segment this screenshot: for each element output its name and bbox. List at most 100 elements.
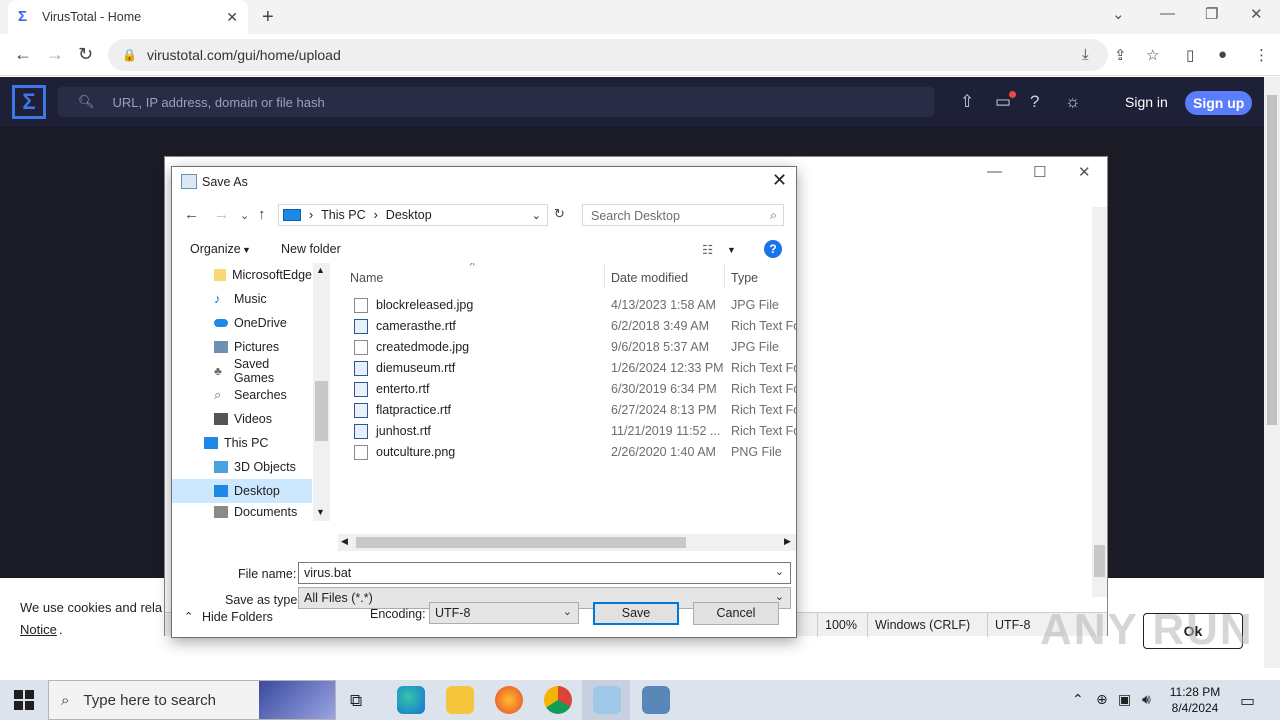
up-folder-icon[interactable]: ↑ [258, 206, 266, 223]
scroll-right-icon[interactable]: ▶ [784, 536, 791, 547]
recent-locations-icon[interactable]: ⌄ [240, 209, 249, 222]
windows-start-icon[interactable] [14, 690, 34, 710]
firefox-icon[interactable] [495, 686, 523, 714]
organize-button[interactable]: Organize [190, 242, 241, 256]
sign-up-button[interactable]: Sign up [1185, 91, 1253, 115]
close-tab-icon[interactable]: ✕ [226, 9, 238, 26]
menu-icon[interactable]: ⋮ [1254, 46, 1269, 64]
dialog-back-icon[interactable]: ← [184, 206, 199, 223]
column-name[interactable]: Name [350, 271, 383, 285]
file-row[interactable]: diemuseum.rtf 1/26/2024 12:33 PM Rich Text… [338, 358, 796, 379]
new-folder-button[interactable]: New folder [281, 242, 341, 256]
column-type[interactable]: Type [731, 271, 758, 285]
chrome-icon[interactable] [544, 686, 572, 714]
notepad-maximize-icon[interactable]: ☐ [1033, 163, 1046, 181]
browser-tab[interactable]: Σ VirusTotal - Home ✕ [8, 0, 248, 34]
file-row[interactable]: junhost.rtf 11/21/2019 11:52 ... Rich Text… [338, 421, 796, 442]
theme-toggle-icon[interactable]: ☼ [1065, 92, 1081, 112]
tree-scrollbar[interactable]: ▲ ▼ [313, 263, 330, 521]
cookie-notice-link[interactable]: Notice [20, 622, 57, 637]
help-icon[interactable]: ? [1030, 92, 1039, 112]
bookmark-star-icon[interactable]: ☆ [1146, 46, 1159, 64]
tree-item-searches[interactable]: ⌕ Searches [172, 383, 312, 407]
reload-icon[interactable]: ↻ [78, 44, 93, 65]
tab-search-icon[interactable]: ⌄ [1112, 5, 1125, 23]
new-tab-icon[interactable]: + [262, 6, 274, 29]
dialog-forward-icon[interactable]: → [214, 206, 229, 223]
scroll-up-icon[interactable]: ▲ [316, 265, 325, 275]
file-row[interactable]: createdmode.jpg 9/6/2018 5:37 AM JPG File [338, 337, 796, 358]
dialog-close-icon[interactable]: ✕ [772, 170, 787, 191]
search-desktop-input[interactable]: Search Desktop ⌕ [582, 204, 784, 226]
tree-item-music[interactable]: ♪ Music [172, 287, 312, 311]
file-row[interactable]: outculture.png 2/26/2020 1:40 AM PNG File [338, 442, 796, 463]
view-options-icon[interactable]: ☷ [702, 242, 713, 257]
notifications-icon[interactable]: ▭ [1240, 691, 1255, 711]
upload-icon[interactable]: ⇧ [960, 92, 974, 112]
help-button[interactable]: ? [764, 240, 782, 258]
install-app-icon[interactable]: ⤓ [1082, 46, 1089, 63]
file-name-dropdown-icon[interactable]: ⌄ [775, 565, 784, 578]
vt-search-input[interactable]: 🔍︎ URL, IP address, domain or file hash [58, 87, 934, 117]
profile-icon[interactable]: ● [1218, 46, 1227, 63]
tree-item-desktop[interactable]: Desktop [172, 479, 312, 503]
side-panel-icon[interactable]: ▯ [1186, 46, 1194, 64]
breadcrumb-this-pc[interactable]: This PC [321, 208, 365, 222]
tree-item-this-pc[interactable]: This PC [172, 431, 312, 455]
address-bar[interactable]: 🔒 virustotal.com/gui/home/upload [108, 39, 1108, 71]
dialog-toolbar: Organize ▼ New folder ☷ ▼ ? [172, 233, 796, 265]
volume-icon[interactable]: 🔊︎ [1142, 691, 1151, 708]
view-dropdown-icon[interactable]: ▼ [727, 245, 736, 255]
network-icon[interactable]: ▣ [1118, 691, 1131, 708]
file-name-input[interactable]: virus.bat ⌄ [298, 562, 791, 584]
file-explorer-icon[interactable] [446, 686, 474, 714]
file-row[interactable]: blockreleased.jpg 4/13/2023 1:58 AM JPG Fi… [338, 295, 796, 316]
close-window-icon[interactable]: ✕ [1250, 5, 1263, 23]
notepad-scrollbar[interactable] [1092, 207, 1107, 597]
cancel-button[interactable]: Cancel [693, 602, 779, 625]
tree-item-videos[interactable]: Videos [172, 407, 312, 431]
tree-item-microsoftedge[interactable]: MicrosoftEdge [172, 263, 312, 287]
tree-item-saved-games[interactable]: ♣ Saved Games [172, 357, 312, 385]
tree-item-onedrive[interactable]: OneDrive [172, 311, 312, 335]
share-icon[interactable]: ⇪ [1114, 46, 1127, 64]
tree-item-3d-objects[interactable]: 3D Objects [172, 455, 312, 479]
edge-icon[interactable] [397, 686, 425, 714]
file-row[interactable]: enterto.rtf6/30/2019 6:34 PMRich Text Fo… [338, 379, 796, 400]
task-view-icon[interactable]: ⧉ [350, 691, 362, 711]
tree-item-pictures[interactable]: Pictures [172, 335, 312, 359]
file-row[interactable]: flatpractice.rtf 6/27/2024 8:13 PM Rich Te… [338, 400, 796, 421]
notepad-minimize-icon[interactable]: — [987, 163, 1002, 180]
tree-item-documents[interactable]: Documents [172, 503, 312, 521]
dialog-title-bar: Save As ✕ [172, 167, 796, 197]
restore-icon[interactable]: ❐ [1205, 5, 1218, 23]
file-row[interactable]: camerasthe.rtf 6/2/2018 3:49 AM Rich Text … [338, 316, 796, 337]
sign-in-link[interactable]: Sign in [1125, 94, 1168, 110]
page-scrollbar[interactable] [1264, 77, 1280, 668]
save-button[interactable]: Save [593, 602, 679, 625]
virustotal-logo-icon[interactable]: Σ [12, 85, 46, 119]
breadcrumb[interactable]: › This PC › Desktop ⌄ [278, 204, 548, 226]
encoding-select[interactable]: UTF-8 ⌄ [429, 602, 579, 624]
refresh-icon[interactable]: ↻ [554, 206, 565, 222]
hide-folders-button[interactable]: Hide Folders [202, 610, 273, 624]
scroll-down-icon[interactable]: ▼ [316, 507, 325, 517]
scroll-left-icon[interactable]: ◀ [341, 536, 348, 547]
notepad-taskbar-icon[interactable] [593, 686, 621, 714]
breadcrumb-desktop[interactable]: Desktop [386, 208, 432, 222]
collapse-icon[interactable]: ⌃ [184, 610, 193, 623]
cloud-icon [214, 319, 228, 327]
clock[interactable]: 11:28 PM 8/4/2024 [1160, 684, 1230, 716]
breadcrumb-dropdown-icon[interactable]: ⌄ [532, 209, 541, 222]
taskbar-search[interactable]: ⌕ Type here to search [48, 680, 336, 720]
app-taskbar-icon[interactable] [642, 686, 670, 714]
folder-icon [214, 269, 227, 281]
file-list-hscrollbar[interactable]: ◀ ▶ [338, 534, 796, 551]
column-date-modified[interactable]: Date modified [611, 271, 688, 285]
network-drive-icon[interactable]: ⊕ [1096, 691, 1108, 708]
forward-icon[interactable]: → [46, 44, 64, 65]
show-hidden-icons-icon[interactable]: ⌃ [1072, 691, 1084, 708]
notepad-close-icon[interactable]: ✕ [1078, 163, 1091, 181]
back-icon[interactable]: ← [14, 44, 32, 65]
minimize-icon[interactable]: — [1160, 5, 1175, 22]
